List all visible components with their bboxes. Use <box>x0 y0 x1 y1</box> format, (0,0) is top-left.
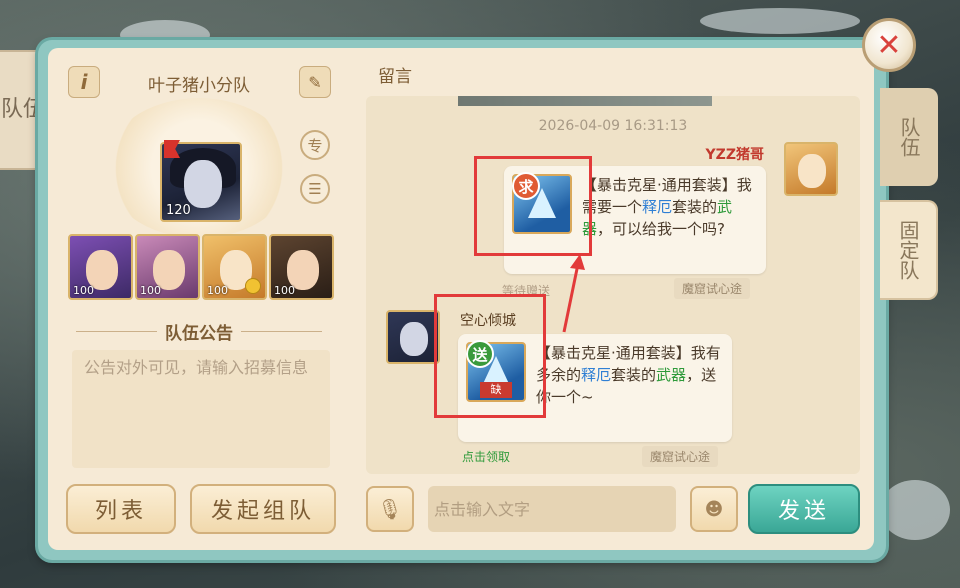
member-slot[interactable]: 100 <box>269 234 334 300</box>
team-menu-button[interactable]: ☰ <box>300 174 330 204</box>
message-text: 【暴击克星·通用套装】我有多余的释厄套装的武器，送你一个~ <box>536 342 724 408</box>
sender-avatar[interactable] <box>386 310 440 364</box>
highlight-box-request <box>474 156 592 256</box>
menu-icon: ☰ <box>308 180 322 198</box>
coin-icon <box>245 278 261 294</box>
message-title: 留言 <box>378 67 412 87</box>
message-source-badge: 魔窟试心途 <box>642 446 719 467</box>
tab-fixed-team[interactable]: 固定队 <box>880 200 938 300</box>
claim-link[interactable]: 点击领取 <box>462 448 510 465</box>
annotation-arrow <box>562 254 585 333</box>
specialist-icon: 专 <box>307 136 323 155</box>
notice-title-label: 队伍公告 <box>165 323 233 344</box>
message-input[interactable] <box>428 486 676 532</box>
create-team-button-label: 发起组队 <box>210 499 315 524</box>
close-icon: ✕ <box>876 27 902 63</box>
team-name: 叶子猪小分队 <box>148 75 250 96</box>
send-button-label: 发送 <box>777 499 830 524</box>
avatar-face <box>798 154 826 188</box>
emoji-icon: ☻ <box>704 498 724 520</box>
message-text-part: 套装的 <box>611 366 657 384</box>
member-level: 100 <box>274 284 295 297</box>
item-type-name: 武器 <box>656 366 687 384</box>
send-button[interactable]: 发送 <box>748 484 860 534</box>
mic-icon: 🎙 <box>377 497 403 521</box>
avatar-face <box>400 322 428 356</box>
notice-title: 队伍公告 <box>68 316 330 346</box>
list-button[interactable]: 列表 <box>66 484 176 534</box>
message-text-part: 套装的 <box>672 198 718 216</box>
item-set-name: 释厄 <box>642 198 673 216</box>
snow-patch <box>880 480 950 540</box>
close-button[interactable]: ✕ <box>862 18 916 72</box>
member-slot[interactable]: 100 <box>68 234 133 300</box>
tab-team[interactable]: 队伍 <box>880 88 938 186</box>
voice-button[interactable]: 🎙 <box>366 486 414 532</box>
previous-message-edge <box>458 96 712 106</box>
highlight-box-give <box>434 294 546 418</box>
notice-input[interactable]: 公告对外可见，请输入招募信息 <box>72 350 330 468</box>
member-level: 100 <box>140 284 161 297</box>
leader-level: 120 <box>166 203 191 218</box>
tab-team-label: 队伍 <box>897 117 921 157</box>
member-slot[interactable]: 100 <box>202 234 267 300</box>
team-header: 叶子猪小分队 <box>68 66 330 100</box>
specialist-button[interactable]: 专 <box>300 130 330 160</box>
leader-face <box>184 160 222 208</box>
list-button-label: 列表 <box>94 499 147 524</box>
item-set-name: 释厄 <box>581 366 612 384</box>
emoji-button[interactable]: ☻ <box>690 486 738 532</box>
sender-name: YZZ猪哥 <box>705 147 764 163</box>
edit-icon: ✎ <box>308 72 322 92</box>
team-members: 100 100 100 100 <box>68 234 334 300</box>
edit-team-name-button[interactable]: ✎ <box>299 66 331 98</box>
member-slot[interactable]: 100 <box>135 234 200 300</box>
snow-patch <box>700 8 860 34</box>
message-timestamp: 2026-04-09 16:31:13 <box>538 118 688 134</box>
sender-avatar[interactable] <box>784 142 838 196</box>
notice-placeholder: 公告对外可见，请输入招募信息 <box>84 358 309 377</box>
message-source-badge: 魔窟试心途 <box>674 278 751 299</box>
tab-fixed-team-label: 固定队 <box>896 220 920 280</box>
create-team-button[interactable]: 发起组队 <box>190 484 336 534</box>
message-text: 【暴击克星·通用套装】我需要一个释厄套装的武器，可以给我一个吗? <box>582 174 760 240</box>
member-level: 100 <box>207 284 228 297</box>
message-text-part: ，可以给我一个吗? <box>597 220 725 238</box>
member-level: 100 <box>73 284 94 297</box>
